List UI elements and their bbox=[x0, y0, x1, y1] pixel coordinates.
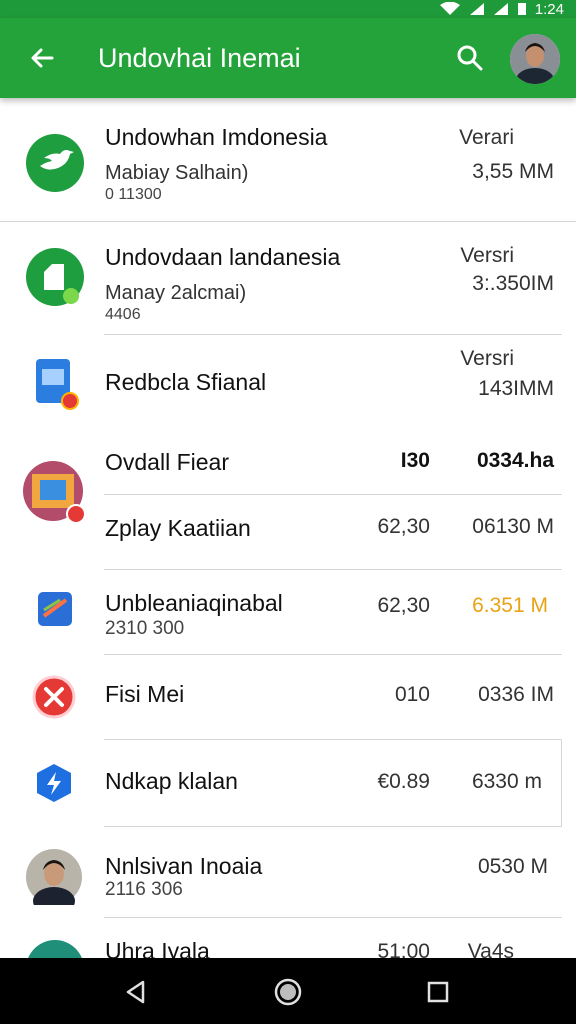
item-mid-value: 51:00 bbox=[377, 940, 430, 958]
app-list: Undowhan Imdonesia Mabiay Salhain) 0 113… bbox=[0, 98, 576, 958]
item-right-top: Verari bbox=[459, 126, 514, 149]
status-bar: 1:24 bbox=[0, 0, 576, 18]
page-title: Undovhai Inemai bbox=[98, 43, 301, 73]
item-detail: 0 11300 bbox=[105, 186, 162, 203]
item-right-value: 06130 M bbox=[472, 515, 554, 538]
item-detail: 4406 bbox=[105, 306, 141, 323]
list-item[interactable]: Nnlsivan Inoaia 2116 306 0530 M bbox=[0, 827, 576, 917]
item-right-bottom: 3,55 MM bbox=[472, 160, 554, 183]
battery-icon bbox=[517, 3, 526, 15]
item-mid-value: €0.89 bbox=[377, 770, 430, 793]
item-right-bottom: 3:.350IM bbox=[472, 272, 554, 295]
item-mid-value: I30 bbox=[400, 449, 430, 472]
bag-app-icon bbox=[26, 248, 84, 306]
list-item[interactable]: Undovdaan landanesia Manay 2alcmai) 4406… bbox=[0, 222, 576, 334]
app-bar: Undovhai Inemai bbox=[0, 18, 576, 98]
search-icon bbox=[457, 45, 483, 71]
navigation-bar bbox=[0, 958, 576, 1024]
item-title: Uhra Iyala bbox=[105, 938, 210, 958]
item-right-value: 0530 M bbox=[477, 855, 548, 878]
list-item[interactable]: Redbcla Sfianal Versri 143IMM bbox=[0, 335, 576, 435]
signal-icon-2 bbox=[493, 3, 508, 15]
list-item[interactable]: Ndkap klalan €0.89 6330 m bbox=[0, 740, 576, 826]
wifi-icon bbox=[439, 2, 460, 15]
item-title: Redbcla Sfianal bbox=[105, 369, 267, 395]
item-right-value: 0336 IM bbox=[478, 683, 554, 706]
item-right-value: Va4s bbox=[467, 940, 514, 958]
person-avatar bbox=[26, 849, 82, 905]
item-title: Fisi Mei bbox=[105, 681, 185, 707]
list-item[interactable]: Fisi Mei 010 0336 IM bbox=[0, 655, 576, 739]
item-title: Undovdaan landanesia bbox=[105, 244, 341, 270]
nav-home-button[interactable] bbox=[270, 974, 306, 1010]
circle-home-icon bbox=[274, 978, 302, 1006]
item-title: Zplay Kaatiian bbox=[105, 515, 251, 541]
list-item[interactable]: Uhra Iyala 51:00 Va4s bbox=[0, 918, 576, 958]
item-mid-value: 010 bbox=[394, 683, 430, 706]
item-title: Ovdall Fiear bbox=[105, 449, 229, 475]
status-time: 1:24 bbox=[534, 0, 564, 18]
item-subtitle: Manay 2alcmai) bbox=[105, 282, 247, 304]
item-title: Unbleaniaqinabal bbox=[105, 590, 283, 616]
item-title: Undowhan Imdonesia bbox=[105, 124, 328, 150]
item-right-top: Versri bbox=[460, 347, 514, 370]
signal-icon bbox=[469, 3, 484, 15]
item-right-value: 6330 m bbox=[471, 770, 542, 793]
user-avatar[interactable] bbox=[510, 34, 560, 84]
home-app-icon bbox=[28, 940, 82, 958]
list-item[interactable]: Zplay Kaatiian 62,30 06130 M bbox=[0, 495, 576, 569]
item-detail: 2310 300 bbox=[105, 618, 185, 639]
back-button[interactable] bbox=[24, 40, 60, 76]
item-right-value: 6.351 M bbox=[472, 594, 548, 617]
item-right-top: Versri bbox=[460, 244, 514, 267]
close-app-icon bbox=[32, 675, 76, 719]
arrow-left-icon bbox=[31, 48, 54, 68]
triangle-back-icon bbox=[126, 980, 145, 1004]
flash-app-icon bbox=[37, 764, 71, 802]
search-button[interactable] bbox=[452, 40, 488, 76]
square-recents-icon bbox=[427, 981, 449, 1003]
item-title: Ndkap klalan bbox=[105, 768, 238, 794]
item-title: Nnlsivan Inoaia bbox=[105, 853, 263, 879]
nav-back-button[interactable] bbox=[118, 974, 154, 1010]
item-subtitle: Mabiay Salhain) bbox=[105, 162, 249, 184]
document-app-icon bbox=[36, 359, 79, 410]
item-right-bottom: 143IMM bbox=[478, 377, 554, 400]
item-mid-value: 62,30 bbox=[377, 594, 430, 617]
item-detail: 2116 306 bbox=[105, 879, 183, 900]
item-right-value: 0334.ha bbox=[476, 449, 554, 472]
row-border-right bbox=[561, 740, 562, 826]
status-icons: 1:24 bbox=[439, 0, 564, 18]
list-item[interactable]: Undowhan Imdonesia Mabiay Salhain) 0 113… bbox=[0, 98, 576, 222]
book-app-icon bbox=[38, 592, 72, 626]
item-mid-value: 62,30 bbox=[377, 515, 430, 538]
avatar-portrait-icon bbox=[510, 34, 560, 84]
list-item[interactable]: Unbleaniaqinabal 2310 300 62,30 6.351 M bbox=[0, 570, 576, 654]
bird-app-icon bbox=[26, 134, 84, 192]
nav-recents-button[interactable] bbox=[420, 974, 456, 1010]
